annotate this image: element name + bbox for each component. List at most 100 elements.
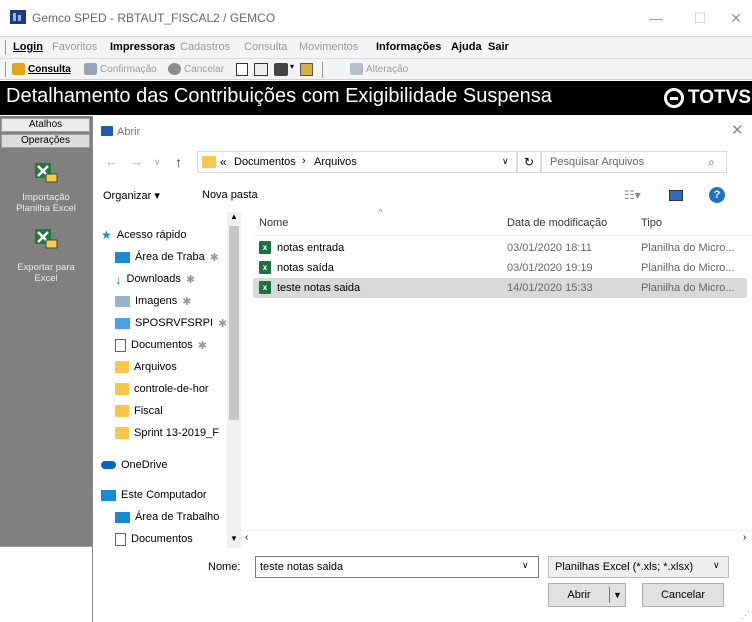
- operacoes-button[interactable]: Operações: [1, 134, 90, 148]
- menu-informacoes[interactable]: Informações: [376, 41, 441, 53]
- excel-import-icon: [34, 160, 58, 184]
- file-row[interactable]: x notas saída 03/01/2020 19:19 Planilha …: [253, 258, 747, 278]
- resize-grip-icon[interactable]: ⋰: [741, 610, 750, 621]
- export-icon[interactable]: [254, 63, 268, 76]
- network-drive-icon: [115, 317, 130, 329]
- nav-onedrive[interactable]: OneDrive: [101, 454, 167, 476]
- confirmacao-button[interactable]: Confirmação: [84, 63, 157, 75]
- alteracao-label: Alteração: [366, 63, 409, 75]
- pictures-icon: [115, 295, 130, 307]
- cloud-icon: [101, 461, 116, 469]
- pin-icon: ✱: [209, 251, 219, 264]
- nav-acesso-rapido[interactable]: ★ Acesso rápido: [101, 224, 186, 246]
- scroll-up-icon[interactable]: ▲: [230, 212, 238, 221]
- printer-icon[interactable]: [274, 63, 288, 76]
- cancel-button[interactable]: Cancelar: [642, 583, 724, 607]
- dialog-icon: [101, 126, 113, 136]
- nav-arquivos[interactable]: Arquivos: [115, 356, 177, 378]
- open-file-dialog: Abrir ✕ ← → ∨ ↑ « Documentos › Arquivos …: [92, 116, 752, 622]
- search-input[interactable]: Pesquisar Arquivos ⌕: [541, 151, 727, 173]
- menu-movimentos[interactable]: Movimentos: [299, 41, 358, 53]
- export-excel-shortcut[interactable]: Exportar para Excel: [0, 222, 92, 288]
- consulta-button[interactable]: Consulta: [12, 63, 71, 75]
- nav-area-de-trabalho[interactable]: Área de Trabalho: [115, 506, 219, 528]
- pin-icon: ✱: [182, 295, 192, 308]
- address-bar[interactable]: « Documentos › Arquivos ∨: [197, 151, 517, 173]
- file-row-selected[interactable]: x teste notas saida 14/01/2020 15:33 Pla…: [253, 278, 747, 298]
- breadcrumb-arquivos[interactable]: Arquivos: [314, 156, 357, 168]
- page-title: Detalhamento das Contribuições com Exigi…: [6, 85, 552, 107]
- scroll-down-icon[interactable]: ▼: [230, 534, 238, 543]
- column-name[interactable]: Nome: [259, 217, 288, 229]
- nav-este-computador[interactable]: Este Computador: [101, 484, 207, 506]
- atalhos-button[interactable]: Atalhos: [1, 118, 90, 132]
- filetype-dropdown-icon: ∨: [713, 560, 720, 570]
- breadcrumb-documentos[interactable]: Documentos: [234, 156, 296, 168]
- column-type[interactable]: Tipo: [641, 217, 662, 229]
- filetype-select[interactable]: Planilhas Excel (*.xls; *.xlsx) ∨: [548, 556, 729, 578]
- nav-sprint-13[interactable]: Sprint 13-2019_F: [115, 422, 219, 444]
- nav-imagens[interactable]: Imagens ✱: [115, 290, 191, 312]
- close-window-button[interactable]: ✕: [722, 6, 750, 30]
- nav-documentos-pinned[interactable]: Documentos ✱: [115, 334, 207, 356]
- forward-arrow-icon[interactable]: →: [130, 154, 143, 169]
- address-dropdown-icon[interactable]: ∨: [502, 156, 509, 167]
- nav-sposrvfsrpi[interactable]: SPOSRVFSRPI ✱: [115, 312, 227, 334]
- column-date[interactable]: Data de modificação: [507, 217, 607, 229]
- file-type: Planilha do Micro...: [641, 242, 735, 254]
- window-title: Gemco SPED - RBTAUT_FISCAL2 / GEMCO: [32, 11, 276, 25]
- menu-favoritos[interactable]: Favoritos: [52, 41, 97, 53]
- nav-area-de-trabalho-pinned[interactable]: Área de Traba ✱: [115, 246, 219, 268]
- menu-cadastros[interactable]: Cadastros: [180, 41, 230, 53]
- export-label-2: Excel: [34, 273, 58, 284]
- back-arrow-icon[interactable]: ←: [105, 154, 118, 169]
- nav-downloads[interactable]: ↓ Downloads ✱: [115, 268, 195, 290]
- page-banner: Detalhamento das Contribuições com Exigi…: [0, 81, 752, 115]
- nav-controle-de-horas[interactable]: controle-de-hor: [115, 378, 209, 400]
- breadcrumb-separator: ›: [302, 155, 306, 167]
- help-tool-icon[interactable]: [300, 63, 313, 76]
- app-icon: [10, 10, 26, 24]
- filename-input[interactable]: teste notas saida ∨: [255, 556, 539, 578]
- document-icon: [115, 532, 126, 546]
- nav-documentos[interactable]: Documentos: [115, 528, 193, 548]
- minimize-button[interactable]: —: [642, 6, 670, 30]
- scroll-left-icon[interactable]: ‹: [245, 532, 248, 543]
- path-overflow[interactable]: «: [220, 155, 227, 169]
- view-options-icon[interactable]: ☷▾: [624, 188, 641, 202]
- new-folder-button[interactable]: Nova pasta: [202, 189, 258, 201]
- nav-pane-scroll-thumb[interactable]: [229, 226, 239, 420]
- cancelar-button[interactable]: Cancelar: [168, 63, 224, 75]
- binoculars-icon: [12, 63, 25, 75]
- computer-icon: [101, 489, 116, 501]
- nav-fiscal[interactable]: Fiscal: [115, 400, 163, 422]
- printer-dropdown-icon[interactable]: ▾: [290, 62, 294, 71]
- open-dropdown-icon[interactable]: ▼: [613, 584, 622, 606]
- toolbar-grip: [5, 62, 7, 77]
- new-document-icon[interactable]: [236, 63, 248, 76]
- menu-impressoras[interactable]: Impressoras: [110, 41, 175, 53]
- dialog-close-button[interactable]: ✕: [731, 121, 744, 139]
- menu-consulta[interactable]: Consulta: [244, 41, 287, 53]
- menu-ajuda[interactable]: Ajuda: [451, 41, 482, 53]
- help-icon[interactable]: ?: [709, 187, 725, 203]
- menu-login[interactable]: Login: [13, 41, 43, 53]
- refresh-button[interactable]: ↻: [517, 151, 541, 173]
- open-button[interactable]: Abrir ▼: [548, 583, 626, 607]
- filename-dropdown-icon[interactable]: ∨: [522, 560, 529, 571]
- maximize-button[interactable]: ☐: [686, 6, 714, 30]
- file-row[interactable]: x notas entrada 03/01/2020 18:11 Planilh…: [253, 238, 747, 258]
- menu-sair[interactable]: Sair: [488, 41, 509, 53]
- scroll-right-icon[interactable]: ›: [743, 532, 746, 543]
- window-titlebar: Gemco SPED - RBTAUT_FISCAL2 / GEMCO — ☐ …: [0, 0, 752, 36]
- preview-pane-icon[interactable]: [669, 190, 683, 201]
- file-list-hscrollbar[interactable]: ‹ ›: [241, 530, 752, 548]
- command-bar: Organizar ▾ Nova pasta ☷▾ ?: [93, 182, 752, 208]
- import-excel-shortcut[interactable]: Importação Planilha Excel: [0, 150, 92, 222]
- organize-button[interactable]: Organizar ▾: [103, 189, 160, 202]
- recent-dropdown-icon[interactable]: ∨: [154, 157, 161, 168]
- alteracao-button[interactable]: Alteração: [350, 63, 408, 75]
- up-arrow-icon[interactable]: ↑: [175, 154, 182, 170]
- open-split-divider: [609, 587, 610, 603]
- cancelar-label: Cancelar: [184, 63, 225, 75]
